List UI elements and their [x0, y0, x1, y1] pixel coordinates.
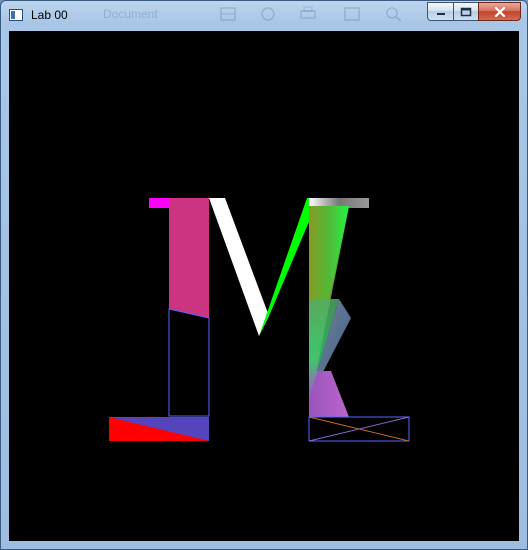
background-grid-icon	[219, 6, 237, 22]
background-print-icon	[299, 6, 317, 22]
caption-buttons	[427, 2, 521, 21]
maximize-button[interactable]	[453, 2, 478, 21]
background-window-icon	[343, 6, 361, 22]
background-window-title: Document	[103, 7, 158, 21]
background-search-icon	[385, 6, 403, 22]
close-button[interactable]	[478, 2, 521, 21]
white-diagonal	[209, 198, 269, 336]
opengl-canvas[interactable]	[9, 31, 519, 541]
rendered-letter-m	[109, 198, 410, 442]
maximize-icon	[460, 7, 472, 16]
close-icon	[494, 6, 505, 17]
app-icon[interactable]	[9, 9, 23, 21]
background-globe-icon	[259, 6, 277, 22]
minimize-icon	[436, 12, 445, 15]
minimize-button[interactable]	[427, 2, 453, 21]
window-title: Lab 00	[31, 8, 68, 22]
left-upper-stem	[169, 198, 209, 318]
left-lower-stem-outline	[168, 308, 210, 417]
application-window: Lab 00 Document	[0, 0, 528, 550]
title-bar[interactable]: Lab 00 Document	[1, 1, 527, 29]
